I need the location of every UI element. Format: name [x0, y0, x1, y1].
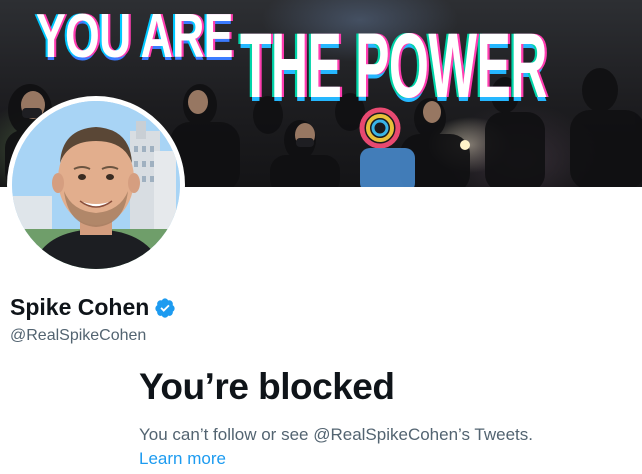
learn-more-link[interactable]: Learn more: [139, 449, 226, 469]
display-name-text: Spike Cohen: [10, 294, 150, 320]
avatar[interactable]: [7, 96, 185, 274]
profile-display-name: Spike Cohen: [10, 294, 176, 321]
avatar-photo: [12, 101, 180, 269]
banner-text-the-power: THE POWER: [240, 15, 548, 117]
banner-text-you-are: YOU ARE: [36, 2, 233, 71]
avatar-illustration: [12, 101, 180, 269]
blocked-description: You can’t follow or see @RealSpikeCohen’…: [139, 425, 534, 444]
verified-badge-icon[interactable]: [154, 297, 176, 319]
blocked-title: You’re blocked: [139, 366, 395, 407]
profile-handle: @RealSpikeCohen: [10, 327, 147, 344]
